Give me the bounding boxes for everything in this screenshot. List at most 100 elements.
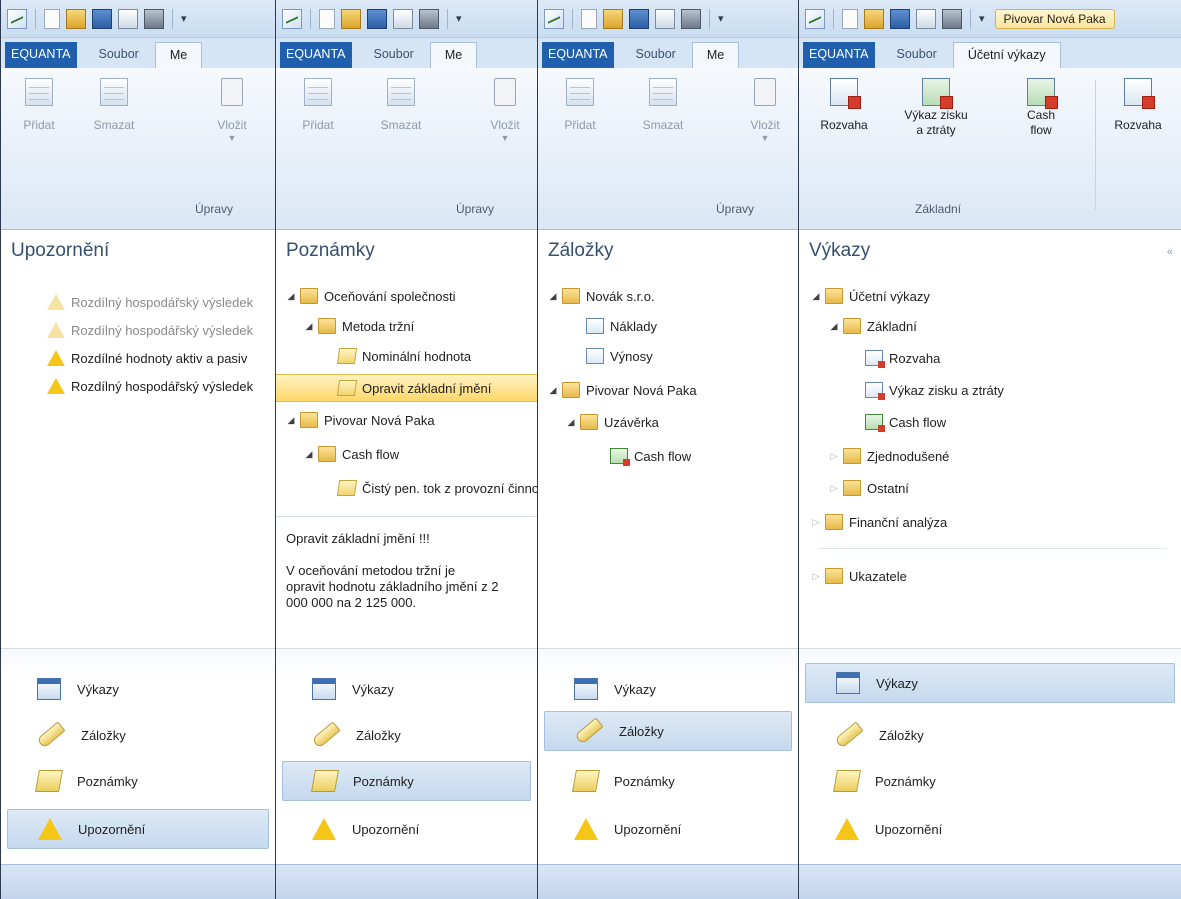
tree-node[interactable]: ◢ Novák s.r.o. (538, 282, 798, 310)
tree-node[interactable]: ▷ Ostatní (799, 474, 1181, 502)
tree-node[interactable]: Čistý pen. tok z provozní činnosti (276, 474, 537, 502)
expand-icon[interactable]: ◢ (546, 291, 560, 302)
tree-node[interactable]: ◢ Cash flow (276, 440, 537, 468)
nav-item-zalozky[interactable]: Záložky (544, 711, 792, 751)
nav-item-upozorneni[interactable]: Upozornění (282, 809, 531, 849)
expand-icon[interactable]: ◢ (564, 417, 578, 428)
tree-node-selected[interactable]: Opravit základní jmění (276, 374, 537, 402)
paste-button[interactable]: Vložit ▼ (480, 78, 530, 146)
collapsed-icon[interactable]: ▷ (827, 483, 841, 494)
expand-icon[interactable]: ◢ (809, 291, 823, 302)
nav-item-zalozky[interactable]: Záložky (805, 715, 1175, 755)
tab-soubor[interactable]: Soubor (85, 42, 153, 68)
tree-node[interactable]: ◢ Pivovar Nová Paka (276, 406, 537, 434)
nav-item-vykazy[interactable]: Výkazy (7, 669, 269, 709)
nav-item-vykazy[interactable]: Výkazy (805, 663, 1175, 703)
preview-icon[interactable] (118, 8, 138, 29)
tree-node[interactable]: ▷ Finanční analýza (799, 508, 1181, 536)
tab-soubor[interactable]: Soubor (360, 42, 428, 68)
new-document-icon[interactable] (319, 8, 335, 29)
tab-ucetni-vykazy[interactable]: Účetní výkazy (952, 42, 1061, 68)
tab-soubor[interactable]: Soubor (622, 42, 690, 68)
nav-item-poznamky[interactable]: Poznámky (7, 761, 269, 801)
expand-icon[interactable]: ◢ (302, 321, 316, 332)
expand-icon[interactable]: ◢ (546, 385, 560, 396)
save-icon[interactable] (367, 8, 387, 29)
tree-node[interactable]: Náklady (538, 312, 798, 340)
tree-node[interactable]: Nominální hodnota (276, 342, 537, 370)
add-button[interactable]: Přidat (552, 78, 608, 133)
nav-item-zalozky[interactable]: Záložky (282, 715, 531, 755)
nav-item-upozorneni[interactable]: Upozornění (7, 809, 269, 849)
delete-button[interactable]: Smazat (81, 78, 147, 133)
tree-node[interactable]: ◢ Oceňování společnosti (276, 282, 537, 310)
expand-icon[interactable]: ◢ (827, 321, 841, 332)
tree-node[interactable]: ◢ Metoda tržní (276, 312, 537, 340)
print-icon[interactable] (681, 8, 701, 29)
preview-icon[interactable] (916, 8, 936, 29)
tab-me[interactable]: Me (691, 42, 740, 68)
tree-node[interactable]: ▷ Zjednodušené (799, 442, 1181, 470)
tree-node[interactable]: Cash flow (799, 408, 1181, 436)
delete-button[interactable]: Smazat (368, 78, 434, 133)
app-icon[interactable] (7, 8, 27, 29)
paste-button[interactable]: Vložit ▼ (740, 78, 790, 146)
tree-node[interactable]: ◢ Pivovar Nová Paka (538, 376, 798, 404)
open-folder-icon[interactable] (603, 8, 623, 29)
save-icon[interactable] (629, 8, 649, 29)
nav-item-upozorneni[interactable]: Upozornění (805, 809, 1175, 849)
customize-toolbar-dropdown[interactable]: ▾ (979, 12, 985, 25)
warning-item[interactable]: Rozdílné hodnoty aktiv a pasiv (1, 344, 275, 372)
new-document-icon[interactable] (44, 8, 60, 29)
tab-me[interactable]: Me (154, 42, 203, 68)
delete-button[interactable]: Smazat (630, 78, 696, 133)
tree-node[interactable]: Rozvaha (799, 344, 1181, 372)
nav-item-poznamky[interactable]: Poznámky (282, 761, 531, 801)
customize-toolbar-dropdown[interactable]: ▾ (456, 12, 462, 25)
app-icon[interactable] (544, 8, 564, 29)
nav-item-poznamky[interactable]: Poznámky (805, 761, 1175, 801)
tree-node[interactable]: Výkaz zisku a ztráty (799, 376, 1181, 404)
save-icon[interactable] (890, 8, 910, 29)
warning-item[interactable]: Rozdílný hospodářský výsledek (1, 316, 275, 344)
new-document-icon[interactable] (842, 8, 858, 29)
preview-icon[interactable] (655, 8, 675, 29)
add-button[interactable]: Přidat (11, 78, 67, 133)
tab-equanta[interactable]: EQUANTA (280, 42, 352, 68)
save-icon[interactable] (92, 8, 112, 29)
tab-equanta[interactable]: EQUANTA (803, 42, 875, 68)
collapsed-icon[interactable]: ▷ (809, 517, 823, 528)
collapsed-icon[interactable]: ▷ (809, 571, 823, 582)
expand-icon[interactable]: ◢ (284, 291, 298, 302)
tab-equanta[interactable]: EQUANTA (5, 42, 77, 68)
warning-item[interactable]: Rozdílný hospodářský výsledek (1, 288, 275, 316)
nav-item-vykazy[interactable]: Výkazy (282, 669, 531, 709)
nav-item-zalozky[interactable]: Záložky (7, 715, 269, 755)
preview-icon[interactable] (393, 8, 413, 29)
warning-item[interactable]: Rozdílný hospodářský výsledek (1, 372, 275, 400)
expand-icon[interactable]: ◢ (284, 415, 298, 426)
open-folder-icon[interactable] (864, 8, 884, 29)
open-folder-icon[interactable] (66, 8, 86, 29)
note-preview[interactable]: Opravit základní jmění !!! V oceňování m… (276, 516, 537, 646)
print-icon[interactable] (419, 8, 439, 29)
open-folder-icon[interactable] (341, 8, 361, 29)
paste-button[interactable]: Vložit ▼ (207, 78, 257, 146)
tab-soubor[interactable]: Soubor (883, 42, 951, 68)
tree-node[interactable]: ◢ Uzávěrka (538, 408, 798, 436)
tree-node[interactable]: ◢ Základní (799, 312, 1181, 340)
add-button[interactable]: Přidat (290, 78, 346, 133)
print-icon[interactable] (144, 8, 164, 29)
nav-item-upozorneni[interactable]: Upozornění (544, 809, 792, 849)
collapsed-icon[interactable]: ▷ (827, 451, 841, 462)
customize-toolbar-dropdown[interactable]: ▾ (181, 12, 187, 25)
new-document-icon[interactable] (581, 8, 597, 29)
tree-node[interactable]: ◢ Účetní výkazy (799, 282, 1181, 310)
tab-me[interactable]: Me (429, 42, 478, 68)
tree-node[interactable]: Výnosy (538, 342, 798, 370)
app-icon[interactable] (282, 8, 302, 29)
nav-item-vykazy[interactable]: Výkazy (544, 669, 792, 709)
tree-node[interactable]: ▷ Ukazatele (799, 562, 1181, 590)
expand-icon[interactable]: ◢ (302, 449, 316, 460)
app-icon[interactable] (805, 8, 825, 29)
